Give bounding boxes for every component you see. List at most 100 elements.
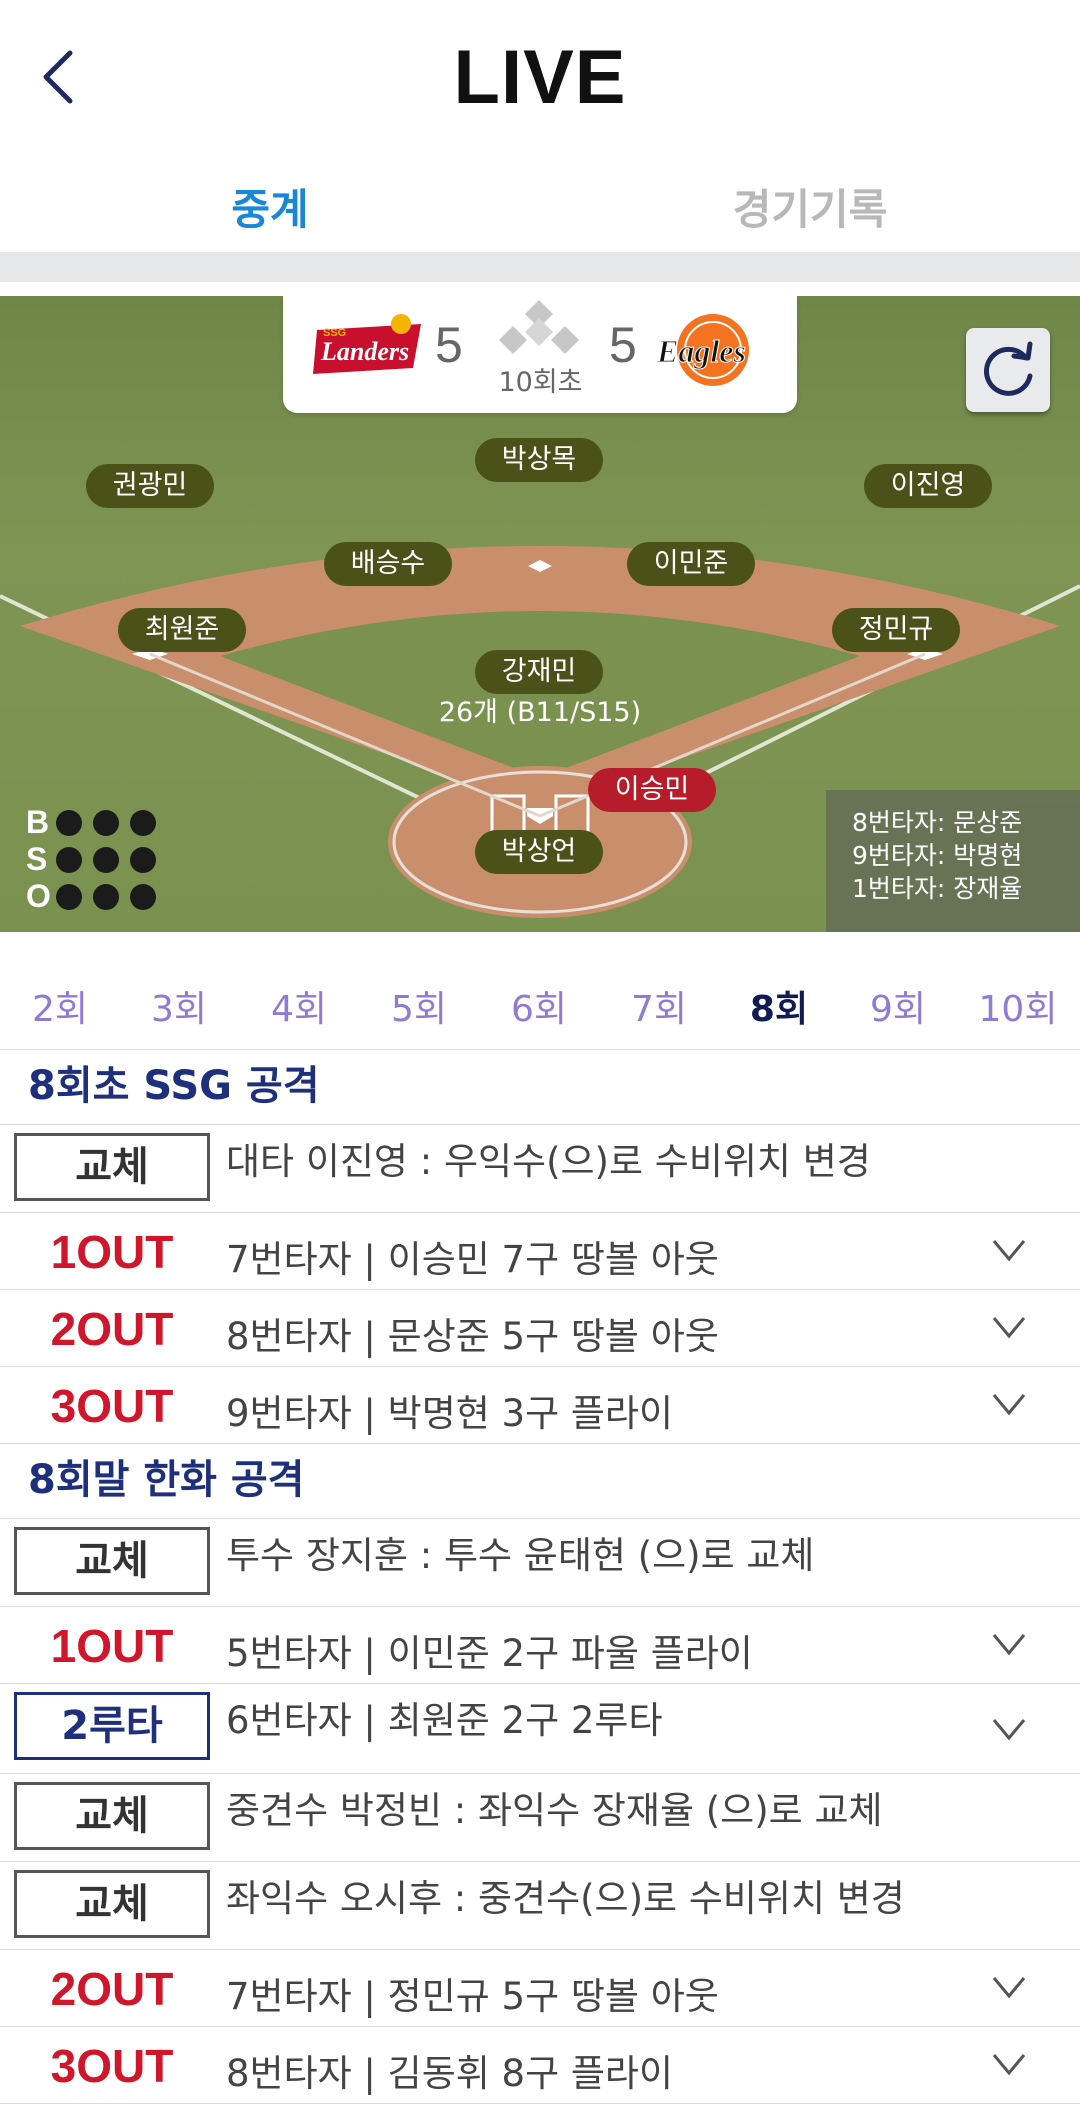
double-badge: 2루타: [14, 1692, 210, 1760]
play-by-play-log: 8회초 SSG 공격 교체 대타 이진영 : 우익수(으)로 수비위치 변경 1…: [0, 1050, 1080, 2104]
inning-tab[interactable]: 9회: [843, 980, 953, 1032]
substitution-badge: 교체: [14, 1527, 210, 1595]
player-center-field: 박상목: [475, 438, 603, 482]
section-title-bottom: 8회말 한화 공격: [0, 1444, 1080, 1519]
inning-tab[interactable]: 3회: [124, 980, 234, 1032]
inning-tab[interactable]: 5회: [364, 980, 474, 1032]
substitution-badge: 교체: [14, 1870, 210, 1938]
pitch-count: 26개 (B11/S15): [438, 697, 642, 728]
strikes-label: S: [26, 841, 48, 877]
inning-tab[interactable]: 7회: [604, 980, 714, 1032]
inning-selector: 2회 3회 4회 5회 6회 7회 8회 9회 10회: [0, 958, 1080, 1050]
player-batter: 이승민: [588, 768, 716, 812]
next-batter: 1번타자: 장재율: [852, 874, 1023, 903]
out-dot: [93, 883, 119, 910]
player-catcher: 박상언: [475, 830, 603, 874]
out-badge: 1OUT: [50, 1226, 174, 1278]
out-dot: [56, 883, 82, 910]
player-first-base: 정민규: [832, 608, 960, 652]
out-badge: 3OUT: [50, 1380, 174, 1432]
away-score: 5: [435, 317, 463, 373]
player-pitcher: 강재민: [475, 650, 603, 694]
chevron-down-icon[interactable]: [990, 1235, 1028, 1265]
log-text: 5번타자 | 이민준 2구 파울 플라이: [226, 1632, 753, 1675]
log-text: 좌익수 오시후 : 중견수(으)로 수비위치 변경: [226, 1877, 905, 1920]
home-score: 5: [609, 317, 637, 373]
player-shortstop: 배승수: [324, 542, 452, 586]
log-row-substitution: 교체 좌익수 오시후 : 중견수(으)로 수비위치 변경: [0, 1862, 1080, 1950]
log-row-substitution: 교체 투수 장지훈 : 투수 윤태현 (으)로 교체: [0, 1519, 1080, 1607]
balls-label: B: [26, 804, 50, 840]
page-title: LIVE: [453, 35, 627, 120]
chevron-down-icon[interactable]: [990, 1629, 1028, 1659]
ball-dot: [130, 809, 156, 836]
next-batter: 8번타자: 문상준: [852, 808, 1023, 837]
log-row-out[interactable]: 2OUT 7번타자 | 정민규 5구 땅볼 아웃: [0, 1950, 1080, 2027]
log-text: 대타 이진영 : 우익수(으)로 수비위치 변경: [226, 1140, 871, 1183]
out-dot: [130, 883, 156, 910]
tab-divider: [0, 252, 1080, 282]
log-text: 6번타자 | 최원준 2구 2루타: [226, 1699, 663, 1742]
strike-dot: [130, 846, 156, 873]
strike-dot: [56, 846, 82, 873]
svg-text:Eagles: Eagles: [656, 333, 746, 369]
log-text: 투수 장지훈 : 투수 윤태현 (으)로 교체: [226, 1534, 815, 1577]
chevron-down-icon[interactable]: [990, 1389, 1028, 1419]
log-text: 중견수 박정빈 : 좌익수 장재율 (으)로 교체: [226, 1789, 883, 1832]
inning-tab[interactable]: 10회: [963, 980, 1073, 1032]
strikes-row: S: [26, 841, 167, 878]
ball-dot: [56, 809, 82, 836]
log-text: 7번타자 | 정민규 5구 땅볼 아웃: [226, 1975, 719, 2018]
inning-tab[interactable]: 2회: [5, 980, 115, 1032]
inning-tab[interactable]: 6회: [484, 980, 594, 1032]
hanwha-eagles-logo: Eagles: [656, 314, 749, 386]
chevron-down-icon[interactable]: [990, 2049, 1028, 2079]
player-right-field: 이진영: [864, 464, 992, 508]
out-badge: 2OUT: [50, 1963, 174, 2015]
log-row-out[interactable]: 2OUT 8번타자 | 문상준 5구 땅볼 아웃: [0, 1290, 1080, 1367]
log-row-out[interactable]: 3OUT 9번타자 | 박명현 3구 플라이: [0, 1367, 1080, 1444]
substitution-badge: 교체: [14, 1782, 210, 1850]
inning-tab[interactable]: 4회: [244, 980, 354, 1032]
log-row-out[interactable]: 1OUT 7번타자 | 이승민 7구 땅볼 아웃: [0, 1213, 1080, 1290]
refresh-button[interactable]: [966, 328, 1050, 412]
log-row-out[interactable]: 1OUT 5번타자 | 이민준 2구 파울 플라이: [0, 1607, 1080, 1684]
svg-text:Landers: Landers: [320, 337, 409, 366]
next-batter: 9번타자: 박명현: [852, 841, 1023, 870]
player-second-base: 이민준: [627, 542, 755, 586]
chevron-down-icon[interactable]: [990, 1714, 1028, 1744]
outs-label: O: [26, 878, 51, 914]
out-badge: 2OUT: [50, 1303, 174, 1355]
player-third-base: 최원준: [118, 608, 246, 652]
header: LIVE: [0, 0, 1080, 155]
player-left-field: 권광민: [86, 464, 214, 508]
log-row-substitution: 교체 대타 이진영 : 우익수(으)로 수비위치 변경: [0, 1125, 1080, 1213]
chevron-down-icon[interactable]: [990, 1312, 1028, 1342]
current-inning: 10회초: [498, 367, 583, 398]
section-title-top: 8회초 SSG 공격: [0, 1050, 1080, 1125]
ssg-landers-logo: SSG Landers: [313, 314, 421, 374]
log-text: 7번타자 | 이승민 7구 땅볼 아웃: [226, 1238, 719, 1281]
strike-dot: [93, 846, 119, 873]
base-runners-icon: [499, 300, 579, 354]
bso-indicator: B S O: [26, 804, 167, 915]
log-row-hit[interactable]: 2루타 6번타자 | 최원준 2구 2루타: [0, 1684, 1080, 1774]
substitution-badge: 교체: [14, 1133, 210, 1201]
tab-broadcast[interactable]: 중계: [0, 176, 540, 237]
out-badge: 3OUT: [50, 2040, 174, 2092]
next-batters-panel: 8번타자: 문상준 9번타자: 박명현 1번타자: 장재율: [826, 790, 1080, 932]
ball-dot: [93, 809, 119, 836]
baseball-field: SSG Landers 5 10회초 5 Eagles 권광민 박상목 이진영 …: [0, 296, 1080, 932]
tab-bar: 중계 경기기록: [0, 160, 1080, 248]
log-row-out[interactable]: 3OUT 8번타자 | 김동휘 8구 플라이: [0, 2027, 1080, 2104]
chevron-down-icon[interactable]: [990, 1972, 1028, 2002]
inning-tab-active[interactable]: 8회: [724, 980, 834, 1032]
tab-game-record[interactable]: 경기기록: [540, 176, 1080, 237]
refresh-icon: [984, 341, 1033, 396]
balls-row: B: [26, 804, 167, 841]
log-text: 8번타자 | 김동휘 8구 플라이: [226, 2052, 673, 2095]
out-badge: 1OUT: [50, 1620, 174, 1672]
log-text: 9번타자 | 박명현 3구 플라이: [226, 1392, 673, 1435]
outs-row: O: [26, 878, 167, 915]
log-text: 8번타자 | 문상준 5구 땅볼 아웃: [226, 1315, 719, 1358]
